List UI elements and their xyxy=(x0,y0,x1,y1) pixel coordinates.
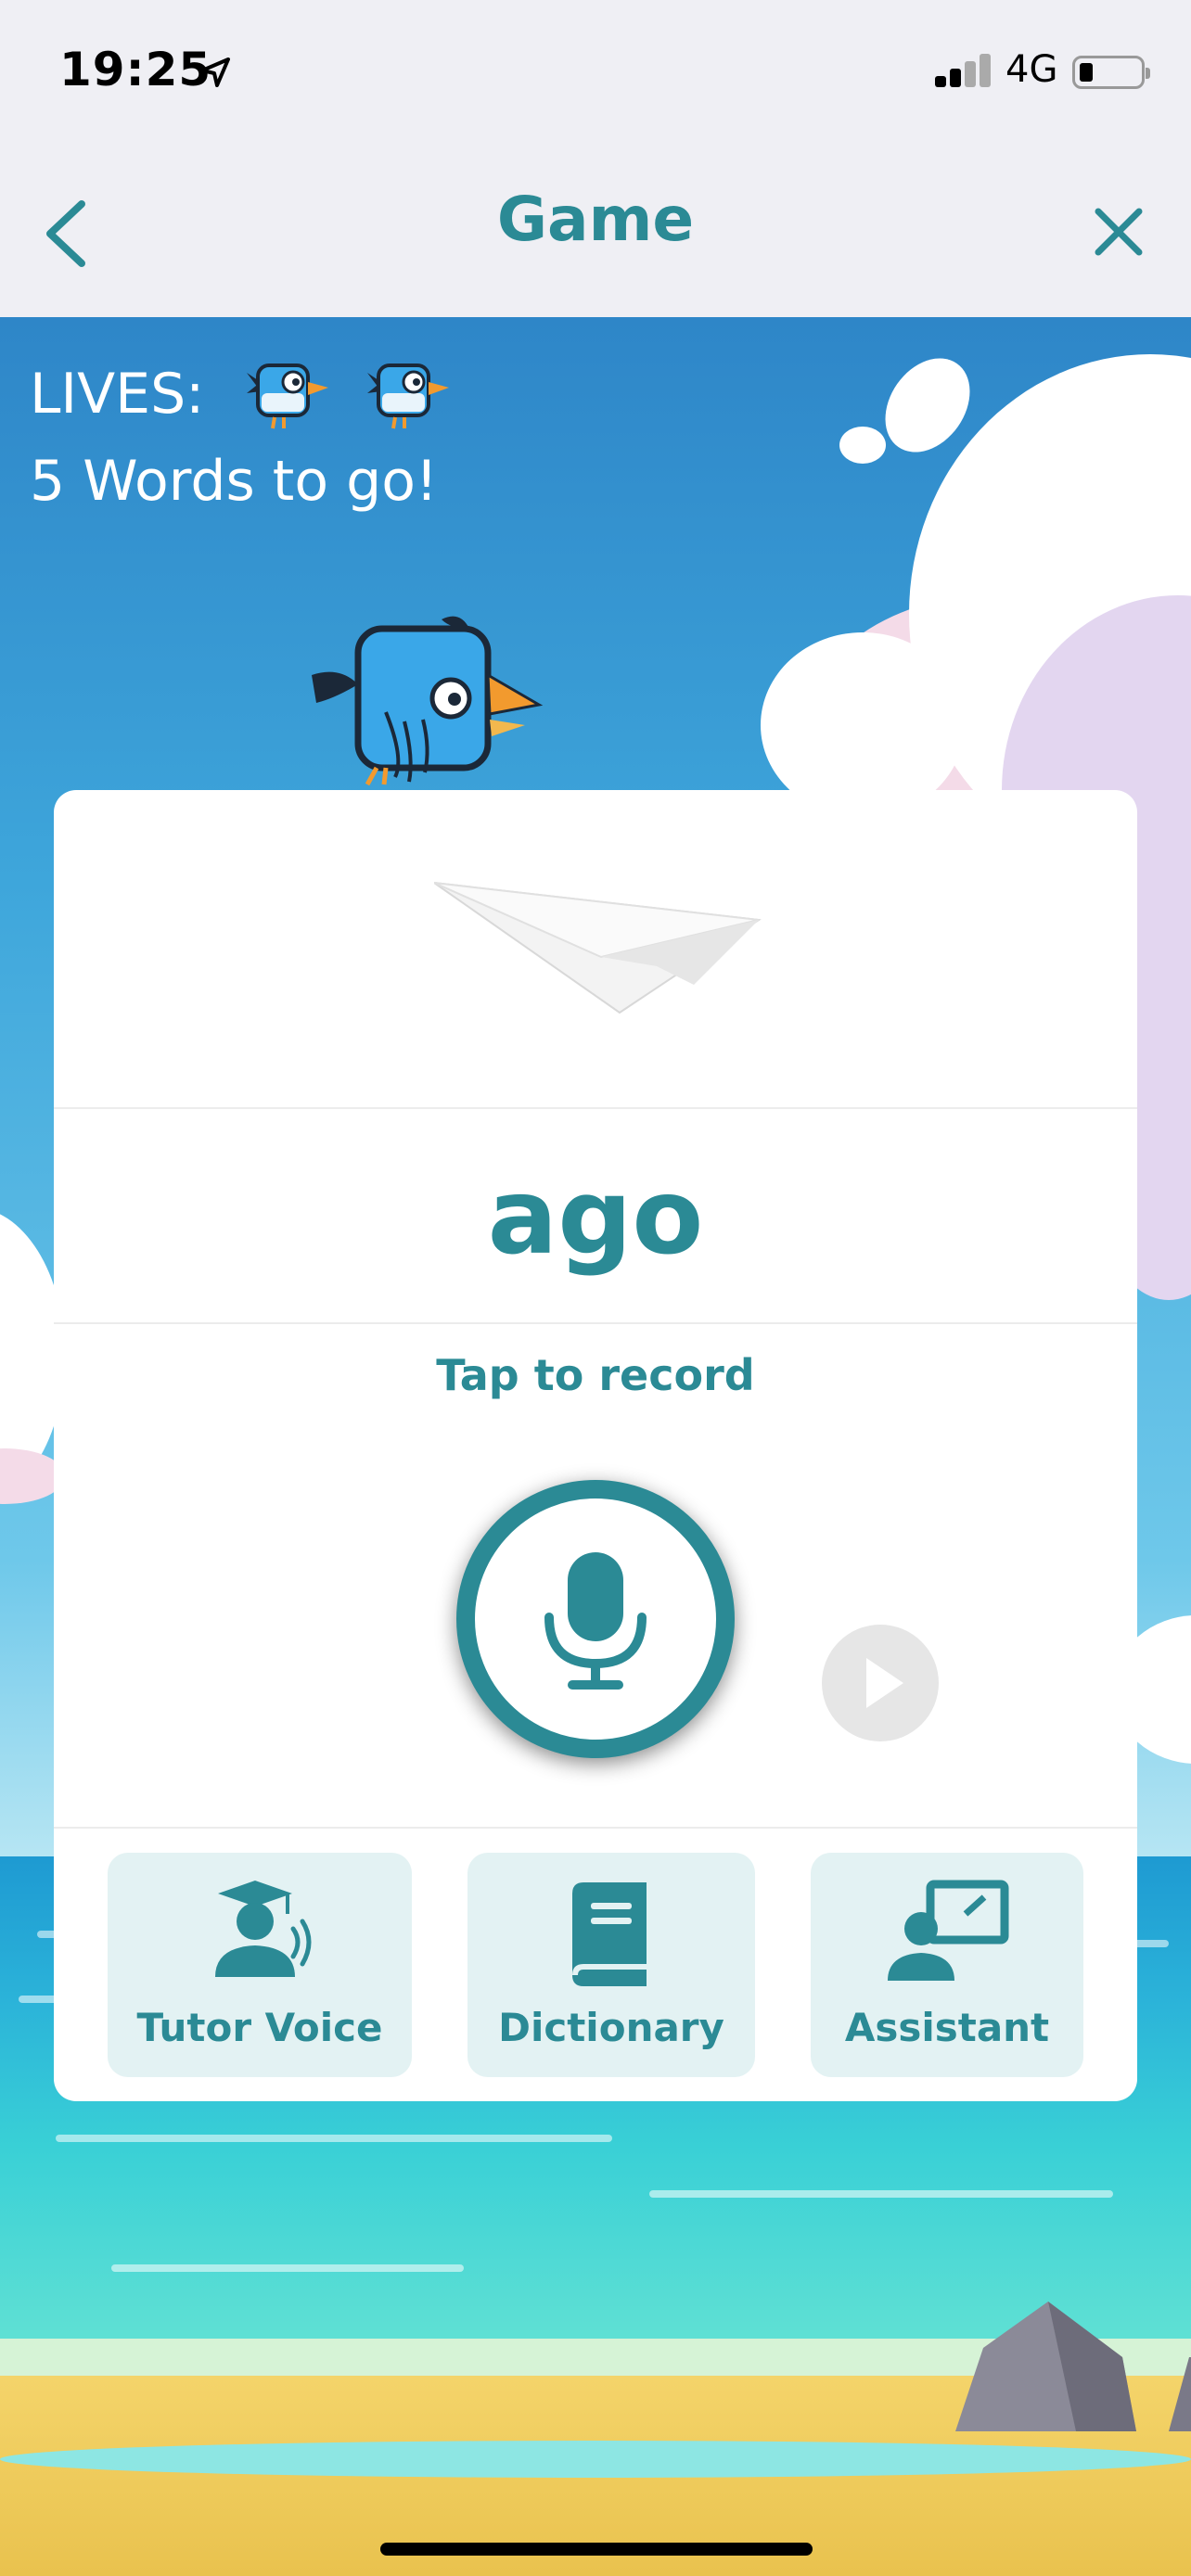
rock-decoration xyxy=(955,2302,1191,2431)
word-card: ago Tap to record Tutor Voice Dictionary… xyxy=(54,790,1137,2101)
paper-plane-image xyxy=(434,882,762,1014)
location-arrow-icon xyxy=(200,57,230,87)
card-divider xyxy=(54,1322,1137,1324)
card-divider xyxy=(54,1827,1137,1829)
status-bar: 19:25 4G xyxy=(0,0,1191,148)
close-icon[interactable] xyxy=(1091,204,1146,260)
assistant-label: Assistant xyxy=(844,2005,1050,2050)
target-word: ago xyxy=(487,1157,704,1278)
shoreline-decoration xyxy=(0,2441,1191,2478)
dictionary-label: Dictionary xyxy=(498,2005,724,2050)
cloud-decoration xyxy=(839,427,886,464)
tutor-voice-button[interactable]: Tutor Voice xyxy=(108,1853,412,2077)
life-bird-icon xyxy=(247,363,328,429)
assistant-icon xyxy=(888,1880,1009,1981)
microphone-icon xyxy=(544,1552,647,1690)
tutor-voice-icon xyxy=(215,1881,312,1977)
lives-label: LIVES: xyxy=(30,362,205,427)
play-button[interactable] xyxy=(822,1625,939,1741)
network-type: 4G xyxy=(1005,48,1058,91)
record-button[interactable] xyxy=(456,1480,735,1758)
page-title: Game xyxy=(496,184,695,255)
game-scene: LIVES: 5 Words to go! ago Tap to record … xyxy=(0,317,1191,2576)
words-remaining: 5 Words to go! xyxy=(30,449,438,514)
home-indicator[interactable] xyxy=(380,2543,813,2556)
assistant-button[interactable]: Assistant xyxy=(811,1853,1083,2077)
life-bird-icon xyxy=(367,363,449,429)
tutor-voice-label: Tutor Voice xyxy=(136,2005,383,2050)
nav-bar: Game xyxy=(0,148,1191,317)
record-hint: Tap to record xyxy=(436,1350,755,1400)
card-divider xyxy=(54,1107,1137,1109)
battery-icon xyxy=(1072,56,1150,89)
dictionary-button[interactable]: Dictionary xyxy=(467,1853,755,2077)
status-time: 19:25 xyxy=(59,43,212,96)
signal-icon xyxy=(935,54,991,87)
player-bird-icon xyxy=(312,616,544,786)
dictionary-icon xyxy=(572,1882,647,1986)
